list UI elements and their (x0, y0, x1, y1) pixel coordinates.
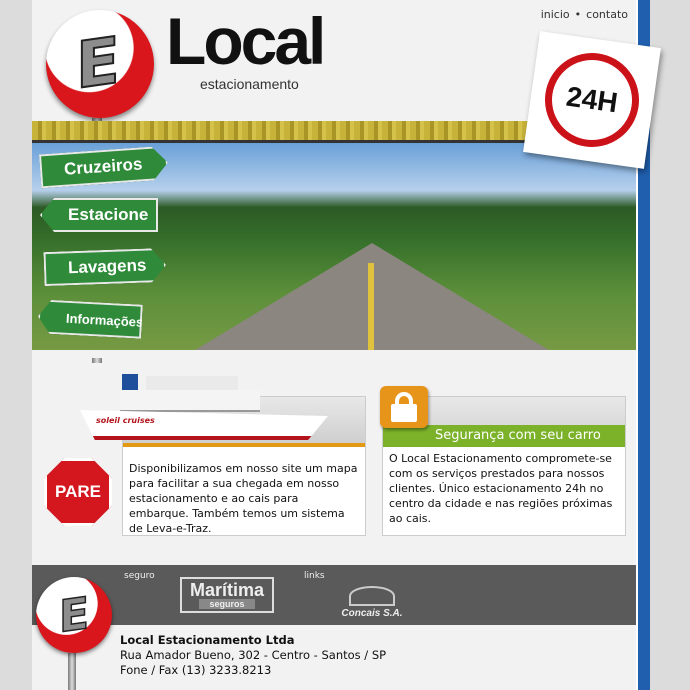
logo-sign-icon[interactable]: E (46, 10, 154, 118)
brand-tagline: estacionamento (200, 76, 299, 92)
lock-icon (380, 386, 428, 428)
partner-concais-logo[interactable]: Concais S.A. (332, 579, 412, 619)
stop-sign-text: PARE (55, 482, 101, 501)
nav-sign-informacoes[interactable]: Informações (37, 299, 143, 338)
footer-label-seguro: seguro (124, 571, 155, 581)
nav-sign-label: Lavagens (67, 255, 147, 278)
footer-address-block: Local Estacionamento Ltda Rua Amador Bue… (120, 633, 386, 678)
partner-maritima-name: Marítima (189, 580, 265, 600)
company-name: Local Estacionamento Ltda (120, 633, 295, 647)
footer-logo-icon: E (36, 577, 112, 653)
company-address: Rua Amador Bueno, 302 - Centro - Santos … (120, 648, 387, 662)
footer-logo-letter: E (58, 587, 90, 644)
nav-sign-lavagens[interactable]: Lavagens (43, 248, 166, 286)
footer: seguro links Marítima seguros Concais S.… (32, 565, 636, 690)
ship-deck (120, 390, 260, 412)
concais-skyline-icon (349, 586, 395, 606)
logo-letter: E (75, 23, 121, 105)
nav-sign-label: Cruzeiros (63, 154, 143, 179)
badge-24h: 24H (523, 31, 661, 169)
info-box-text: O Local Estacionamento compromete-se com… (389, 452, 613, 525)
company-phone: Fone / Fax (13) 3233.8213 (120, 663, 272, 677)
nav-separator: • (574, 8, 582, 21)
nav-sign-label: Informações (65, 310, 144, 330)
badge-ring: 24H (538, 46, 646, 154)
nav-contact-link[interactable]: contato (586, 8, 628, 21)
footer-logo-pole (68, 653, 76, 690)
info-box-text: Disponibilizamos em nosso site um mapa p… (129, 462, 358, 535)
footer-label-links: links (304, 571, 325, 581)
badge-text: 24H (564, 80, 620, 119)
nav-sign-estacione[interactable]: Estacione (40, 198, 158, 232)
partner-concais-name: Concais S.A. (341, 608, 403, 619)
nav-home-link[interactable]: inicio (541, 8, 570, 21)
brand-name: Local (166, 4, 326, 78)
cruise-ship-image: soleil cruises (80, 366, 340, 446)
lock-body (391, 404, 417, 422)
top-navigation: inicio • contato (541, 8, 628, 21)
ship-brand: soleil cruises (96, 416, 155, 425)
torn-edge (32, 350, 636, 358)
security-title: Segurança com seu carro (383, 425, 625, 447)
partner-maritima-sub: seguros (199, 599, 255, 609)
road-center-line (368, 263, 374, 358)
ship-hull (80, 410, 328, 440)
brand-wordmark[interactable]: Local estacionamento (166, 4, 326, 92)
partner-maritima-logo[interactable]: Marítima seguros (180, 577, 274, 613)
nav-sign-label: Estacione (68, 205, 149, 224)
stop-sign-icon: PARE (44, 458, 112, 526)
